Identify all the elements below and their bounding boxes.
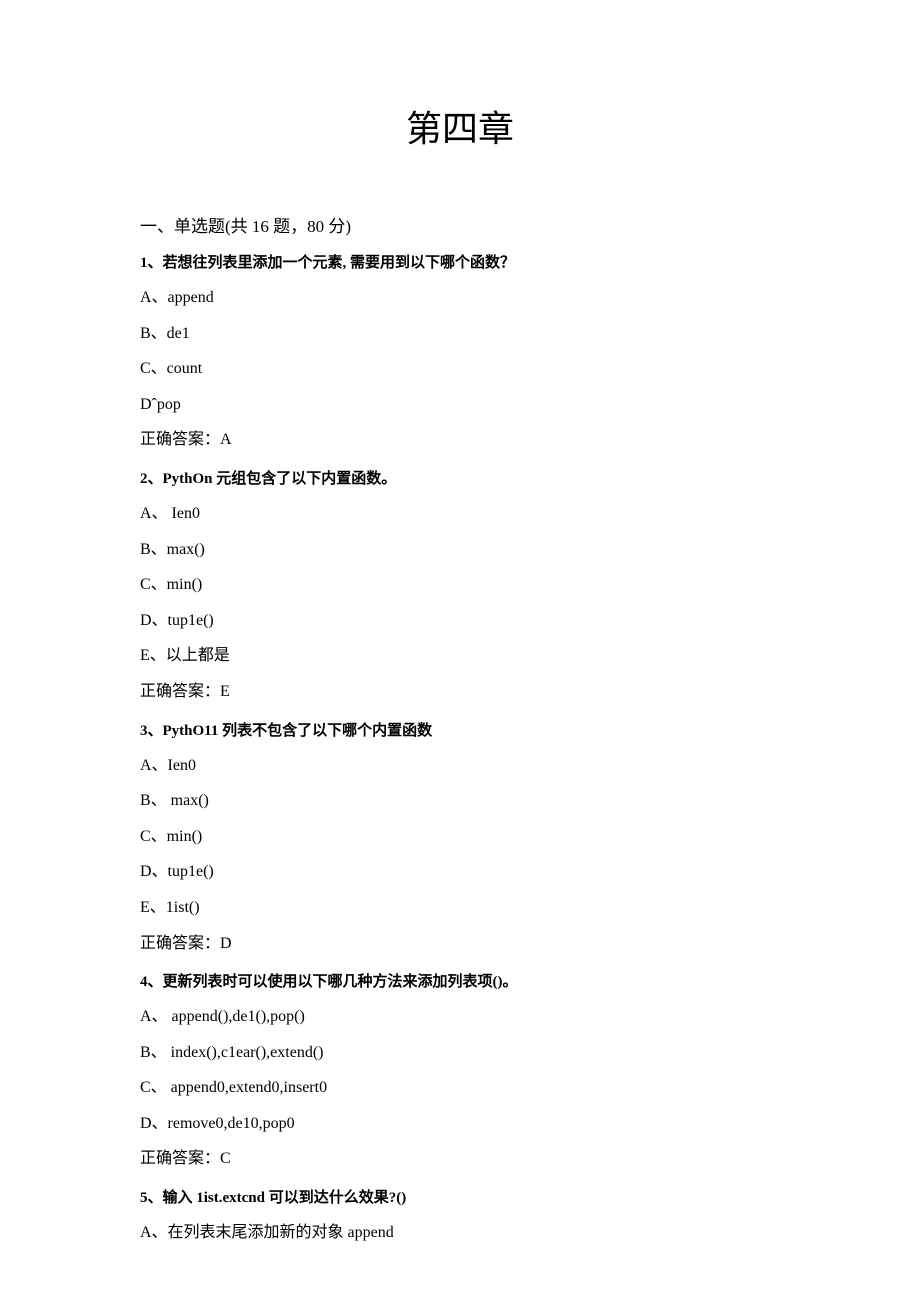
question-stem: 3、PythO11 列表不包含了以下哪个内置函数 [140,719,780,743]
question-stem: 4、更新列表时可以使用以下哪几种方法来添加列表项()。 [140,970,780,994]
question-option: C、 append0,extend0,insert0 [140,1075,780,1101]
question-option: C、min() [140,824,780,850]
question-option: E、1ist() [140,895,780,921]
question-option: A、在列表末尾添加新的对象 append [140,1220,780,1246]
chapter-title: 第四章 [140,100,780,152]
question-option: A、append [140,285,780,311]
question-option: C、count [140,356,780,382]
correct-answer: 正确答案：E [140,679,780,705]
question-stem: 5、输入 1ist.extcnd 可以到达什么效果?() [140,1186,780,1210]
question-option: D、tup1e() [140,608,780,634]
document-page: 第四章 一、单选题(共 16 题，80 分) 1、若想往列表里添加一个元素, 需… [0,0,920,1316]
question-option: B、de1 [140,321,780,347]
question-option: Dˆpop [140,392,780,418]
question-option: C、min() [140,572,780,598]
question-option: A、 Ien0 [140,501,780,527]
section-header: 一、单选题(共 16 题，80 分) [140,212,780,237]
question-option: A、 append(),de1(),pop() [140,1004,780,1030]
question-option: E、以上都是 [140,643,780,669]
correct-answer: 正确答案：A [140,427,780,453]
correct-answer: 正确答案：C [140,1146,780,1172]
question-option: D、tup1e() [140,859,780,885]
question-option: B、 index(),c1ear(),extend() [140,1040,780,1066]
question-stem: 1、若想往列表里添加一个元素, 需要用到以下哪个函数？ [140,251,780,275]
question-option: D、remove0,de10,pop0 [140,1111,780,1137]
question-option: B、max() [140,537,780,563]
correct-answer: 正确答案：D [140,931,780,957]
question-option: A、Ien0 [140,753,780,779]
question-option: B、 max() [140,788,780,814]
question-stem: 2、PythOn 元组包含了以下内置函数。 [140,467,780,491]
